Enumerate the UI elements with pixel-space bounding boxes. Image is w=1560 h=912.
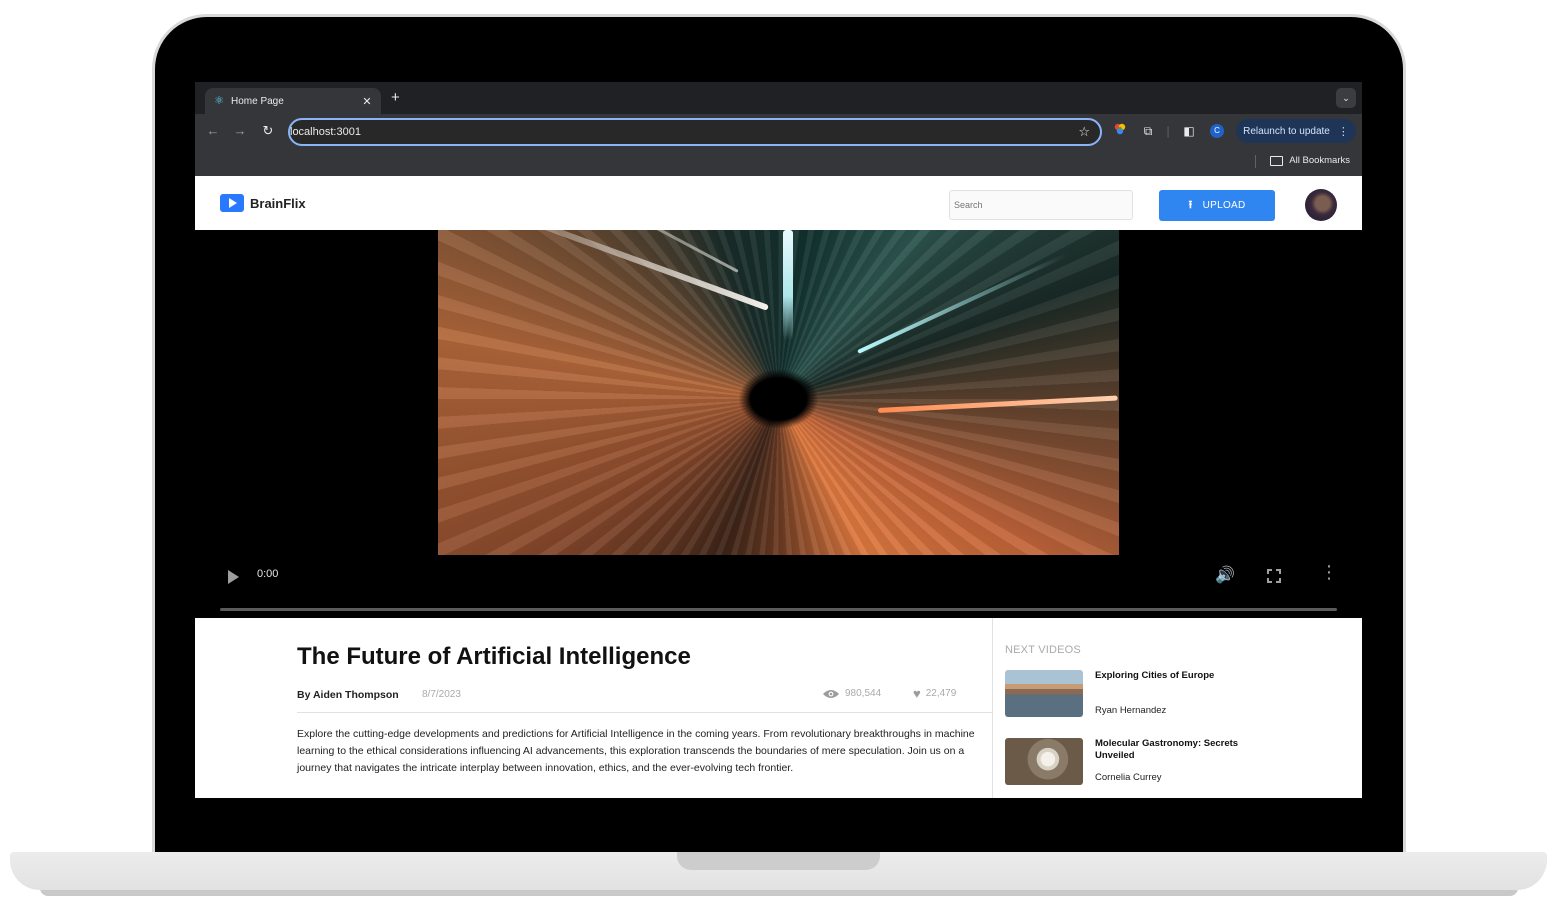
next-videos-panel: NEXT VIDEOS Exploring Cities of Europe R… [992,618,1362,798]
address-url[interactable]: localhost:3001 [290,126,1078,138]
site-header: BrainFlix ⭱ UPLOAD [195,176,1362,230]
bookmarks-separator [1255,155,1256,168]
extensions-puzzle-icon[interactable]: ⧉ [1138,121,1158,141]
play-icon[interactable] [228,570,239,584]
relaunch-button[interactable]: Relaunch to update ⋮ [1236,119,1356,143]
video-info: The Future of Artificial Intelligence By… [195,618,992,798]
light-streak [877,395,1118,413]
info-divider [297,712,992,713]
light-streak [783,230,793,340]
web-page: BrainFlix ⭱ UPLOAD 0:00 🔊 ⋮ [195,176,1362,798]
views-value: 980,544 [845,688,882,699]
video-thumbnail[interactable] [1005,738,1083,785]
upload-icon: ⭱ [1188,199,1193,211]
next-video-title[interactable]: Exploring Cities of Europe [1095,670,1270,682]
brainflix-logo[interactable]: BrainFlix [220,194,306,212]
reload-icon[interactable]: ↻ [258,121,278,141]
new-tab-icon[interactable]: + [391,88,400,108]
next-video-channel: Cornelia Currey [1095,772,1162,783]
back-icon[interactable]: ← [203,121,223,141]
tab-title: Home Page [231,95,284,107]
address-bar[interactable]: i localhost:3001 ☆ [288,118,1102,574]
light-streak [857,252,1068,354]
video-frame[interactable] [438,230,1119,555]
upload-button[interactable]: ⭱ UPLOAD [1159,190,1275,221]
player-controls: 0:00 🔊 ⋮ [195,555,1362,618]
all-bookmarks-button[interactable]: All Bookmarks [1270,155,1350,166]
eye-icon [823,689,839,698]
likes-value: 22,479 [925,688,957,699]
all-bookmarks-label: All Bookmarks [1289,155,1350,166]
video-date: 8/7/2023 [422,689,461,700]
browser-window: ⚛ Home Page ✕ + ⌄ ← → ↻ i localhost:3001… [195,68,1362,798]
seek-bar[interactable] [220,608,1337,611]
next-video-channel: Ryan Hernandez [1095,705,1167,716]
relaunch-label: Relaunch to update [1243,125,1330,137]
toolbar-divider: | [1166,124,1170,138]
tab-search-chevron-icon[interactable]: ⌄ [1336,88,1356,108]
laptop-notch [677,852,880,870]
more-options-icon[interactable]: ⋮ [1320,563,1338,581]
react-favicon-icon: ⚛ [214,95,224,107]
fullscreen-icon[interactable] [1267,569,1281,583]
next-video-item[interactable]: Molecular Gastronomy: Secrets Unveiled C… [1005,738,1345,786]
next-video-item[interactable]: Exploring Cities of Europe Ryan Hernande… [1005,670,1345,718]
search-input[interactable] [949,190,1133,220]
tab-strip: ⚛ Home Page ✕ + ⌄ [195,82,1362,114]
bookmarks-bar: All Bookmarks [195,148,1362,176]
view-count: 980,544 [822,688,881,699]
side-panel-icon[interactable]: ◧ [1179,121,1199,141]
video-author: By Aiden Thompson [297,689,399,701]
close-tab-icon[interactable]: ✕ [359,95,375,108]
next-videos-heading: NEXT VIDEOS [1005,644,1081,656]
browser-toolbar: ← → ↻ i localhost:3001 ☆ ⧉ | ◧ C Relaunc… [195,114,1362,574]
play-logo-icon [220,194,244,212]
color-picker-extension-icon[interactable] [1110,121,1130,141]
folder-icon [1270,155,1284,166]
user-avatar[interactable] [1305,189,1337,221]
video-thumbnail[interactable] [1005,670,1083,717]
profile-avatar[interactable]: C [1210,124,1224,138]
volume-icon[interactable]: 🔊 [1215,565,1235,585]
heart-icon[interactable]: ♥ [913,687,921,700]
like-count[interactable]: ♥ 22,479 [913,687,957,700]
forward-icon[interactable]: → [230,121,250,141]
video-description: Explore the cutting-edge developments an… [297,728,975,774]
browser-menu-icon[interactable]: ⋮ [1338,125,1349,138]
next-video-title[interactable]: Molecular Gastronomy: Secrets Unveiled [1095,738,1270,762]
video-player[interactable]: 0:00 🔊 ⋮ [195,230,1362,618]
upload-label: UPLOAD [1202,200,1246,211]
current-time: 0:00 [257,568,279,580]
video-title: The Future of Artificial Intelligence [297,643,691,670]
tab-home-page[interactable]: ⚛ Home Page ✕ [205,88,381,114]
light-streak [456,230,770,311]
brand-name: BrainFlix [250,195,306,211]
bookmark-star-icon[interactable]: ☆ [1078,124,1090,140]
